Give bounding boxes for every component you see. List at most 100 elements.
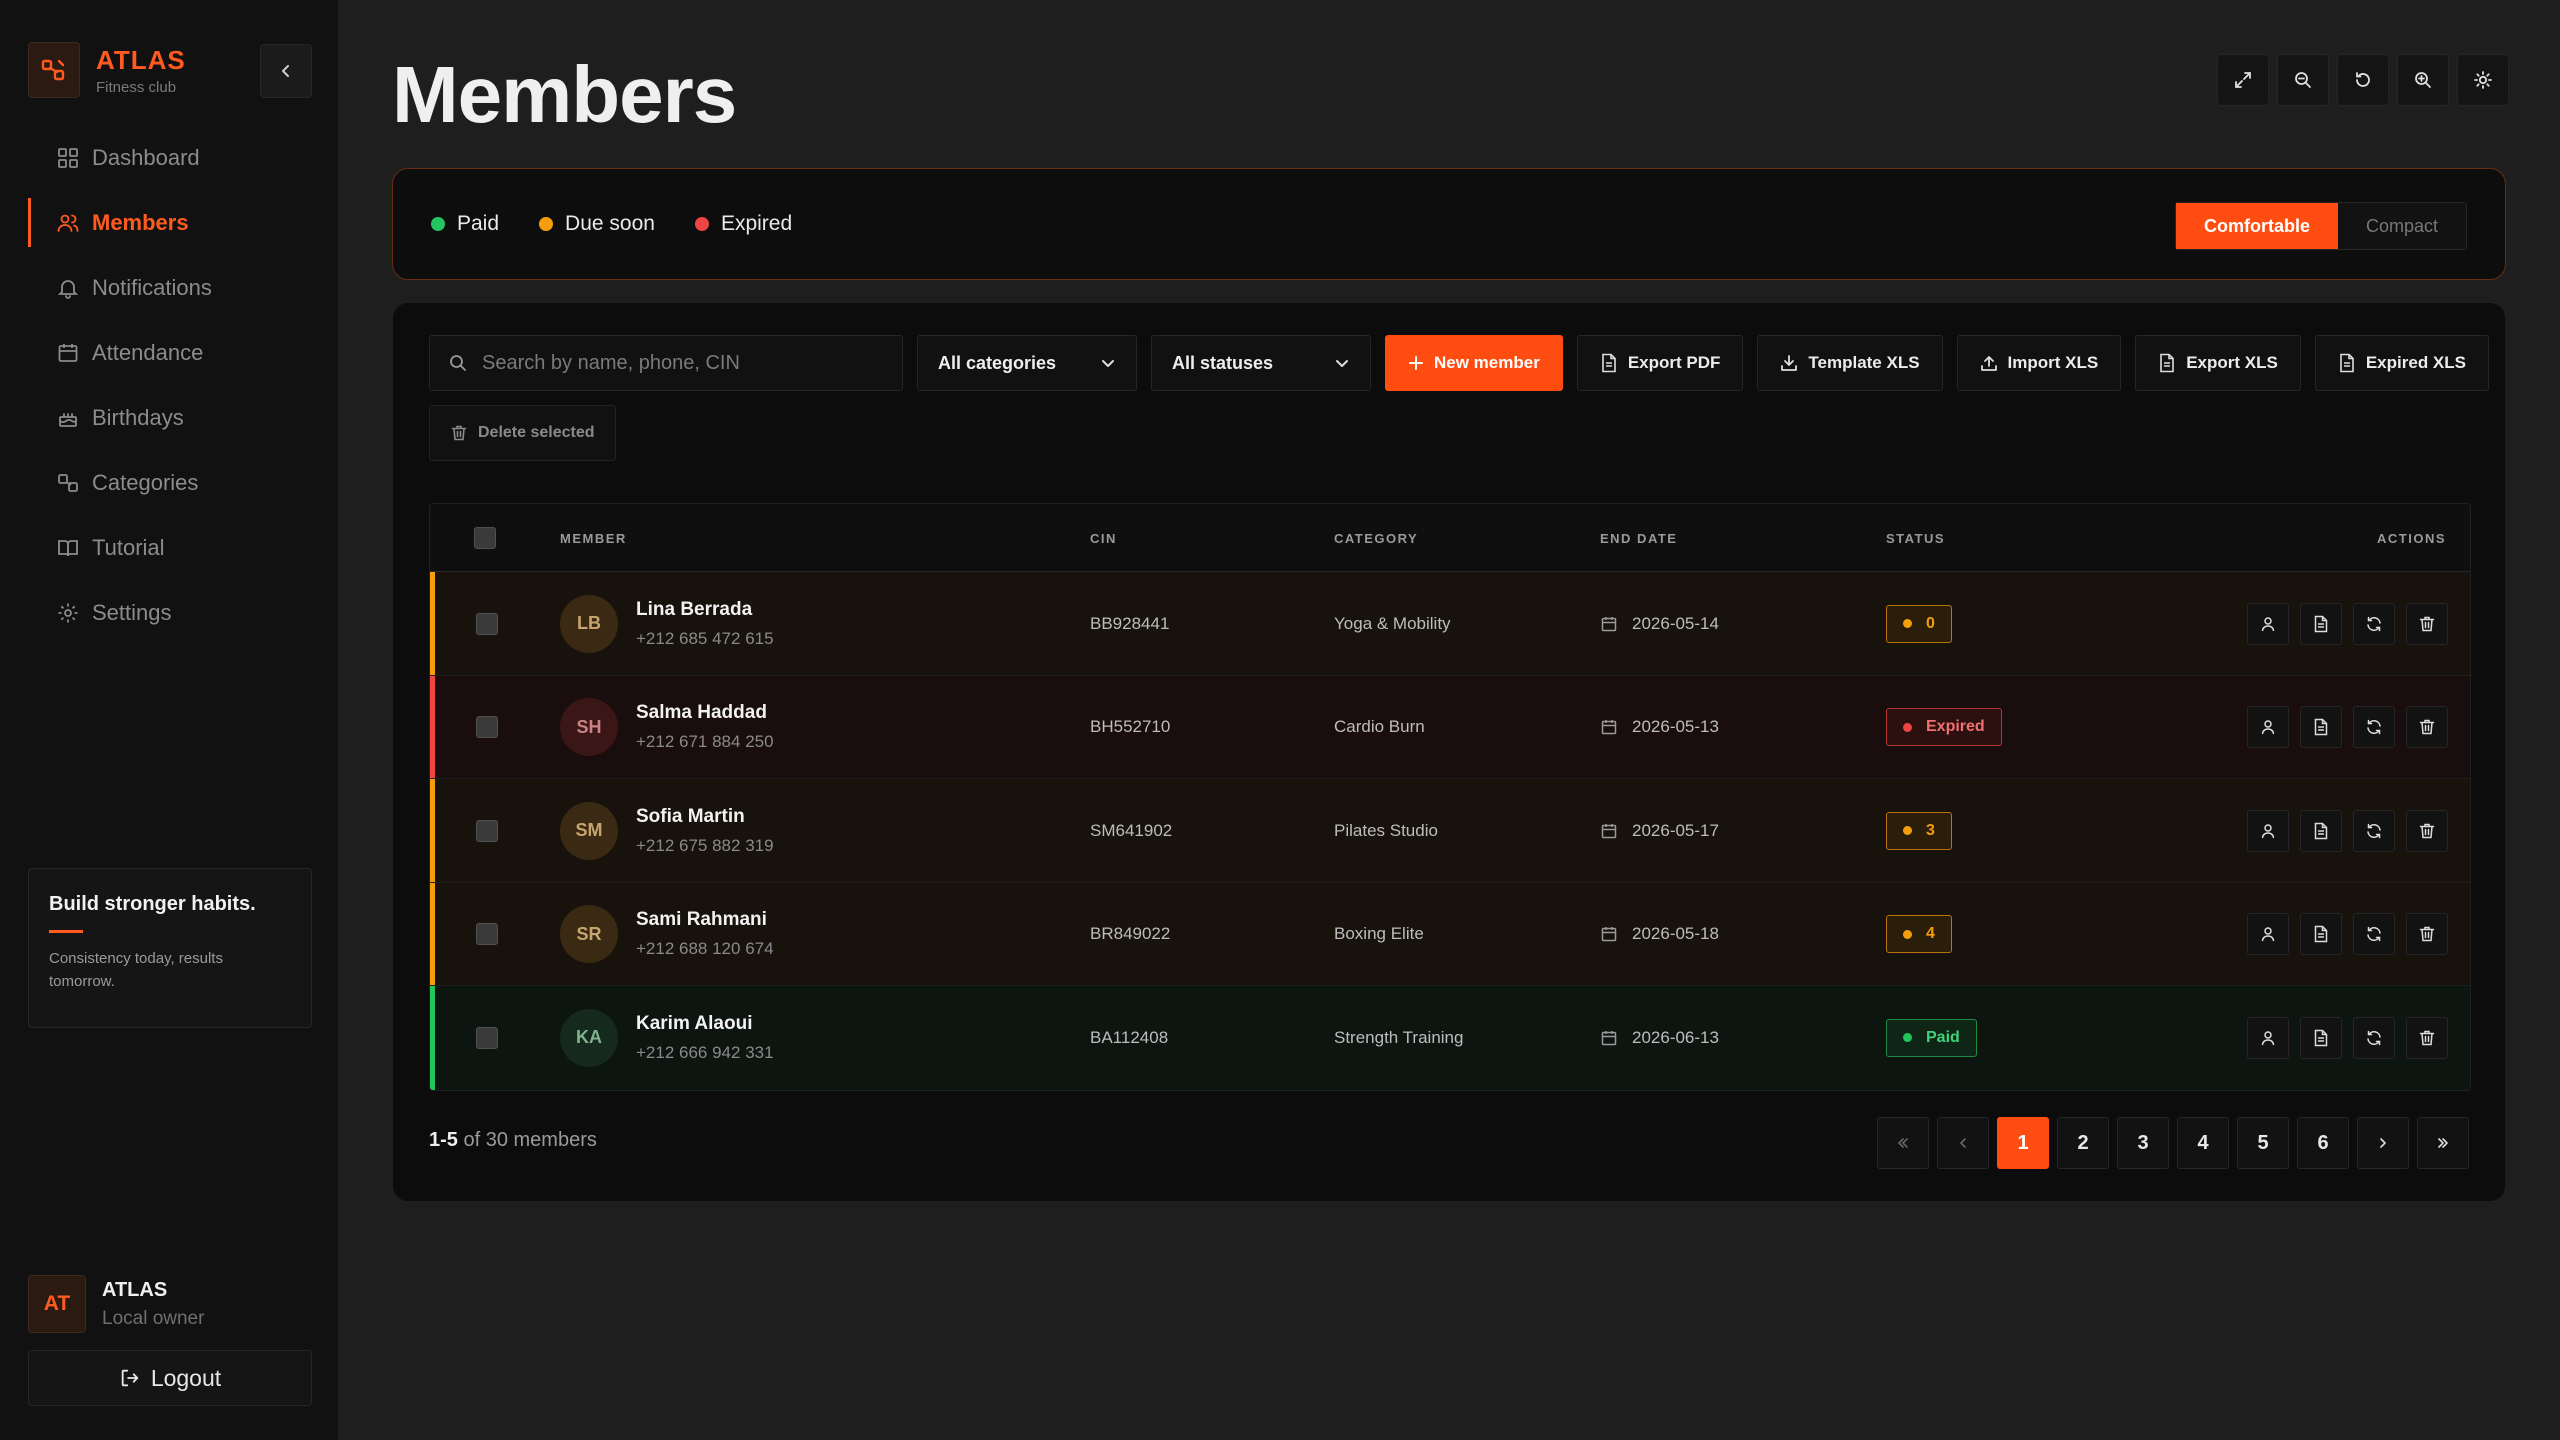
- renew-button[interactable]: [2353, 913, 2395, 955]
- sidebar-item-categories[interactable]: Categories: [0, 450, 338, 515]
- logout-button[interactable]: Logout: [28, 1350, 312, 1406]
- row-checkbox[interactable]: [476, 923, 498, 945]
- theme-toggle-button[interactable]: [2457, 54, 2509, 106]
- zoom-in-button[interactable]: [2397, 54, 2449, 106]
- pagination-range: 1-5: [429, 1129, 458, 1151]
- first-page-button[interactable]: [1877, 1117, 1929, 1169]
- delete-button[interactable]: [2406, 706, 2448, 748]
- select-all-checkbox[interactable]: [474, 527, 496, 549]
- sidebar-item-attendance[interactable]: Attendance: [0, 320, 338, 385]
- pagination-summary: 1-5 of 30 members: [429, 1129, 597, 1152]
- row-checkbox[interactable]: [476, 819, 498, 842]
- member-name[interactable]: Sami Rahmani: [636, 909, 774, 931]
- expired-dot-icon: [694, 217, 709, 231]
- view-profile-button[interactable]: [2247, 706, 2289, 748]
- table-row[interactable]: SH Salma Haddad +212 671 884 250 BH55271…: [430, 675, 2470, 779]
- view-profile-button[interactable]: [2247, 602, 2289, 645]
- column-header-category[interactable]: CATEGORY: [1334, 504, 1418, 572]
- sidebar-item-settings[interactable]: Settings: [0, 580, 338, 645]
- document-icon: [2314, 718, 2328, 736]
- brand[interactable]: ATLAS Fitness club: [28, 42, 186, 98]
- sidebar-item-members[interactable]: Members: [0, 190, 338, 255]
- view-profile-button[interactable]: [2247, 809, 2289, 852]
- new-member-button[interactable]: New member: [1385, 335, 1563, 391]
- page-button-3[interactable]: 3: [2117, 1117, 2169, 1169]
- row-checkbox[interactable]: [476, 1026, 498, 1049]
- zoom-out-button[interactable]: [2277, 54, 2329, 106]
- template-xls-button[interactable]: Template XLS: [1757, 335, 1943, 391]
- sidebar-item-label: Birthdays: [92, 404, 184, 430]
- delete-button[interactable]: [2406, 809, 2448, 852]
- table-row[interactable]: KA Karim Alaoui +212 666 942 331 BA11240…: [430, 986, 2470, 1090]
- status-dot-icon: [1903, 722, 1912, 732]
- delete-button[interactable]: [2406, 913, 2448, 955]
- status-badge: 0: [1886, 604, 1952, 643]
- document-button[interactable]: [2300, 706, 2342, 748]
- page-button-6[interactable]: 6: [2297, 1117, 2349, 1169]
- page-button-1[interactable]: 1: [1997, 1117, 2049, 1169]
- renew-button[interactable]: [2353, 706, 2395, 748]
- member-name[interactable]: Lina Berrada: [636, 599, 774, 621]
- column-header-member[interactable]: MEMBER: [560, 504, 627, 572]
- delete-selected-button[interactable]: Delete selected: [429, 405, 616, 461]
- column-header-status[interactable]: STATUS: [1886, 504, 1945, 572]
- double-chevron-left-icon: [1898, 1138, 1908, 1148]
- fullscreen-button[interactable]: [2217, 54, 2269, 106]
- renew-button[interactable]: [2353, 1016, 2395, 1059]
- table-row[interactable]: LB Lina Berrada +212 685 472 615 BB92844…: [430, 572, 2470, 676]
- sidebar-item-label: Dashboard: [92, 144, 200, 170]
- motivation-text: Consistency today, results tomorrow.: [49, 950, 223, 990]
- document-button[interactable]: [2300, 809, 2342, 852]
- sidebar-item-tutorial[interactable]: Tutorial: [0, 515, 338, 580]
- owner-profile[interactable]: AT ATLAS Local owner: [28, 1275, 204, 1333]
- sidebar-item-dashboard[interactable]: Dashboard: [0, 125, 338, 190]
- search-input[interactable]: [482, 351, 882, 375]
- document-button[interactable]: [2300, 602, 2342, 645]
- sidebar-item-notifications[interactable]: Notifications: [0, 255, 338, 320]
- document-icon: [2314, 1029, 2328, 1046]
- column-header-cin[interactable]: CIN: [1090, 504, 1117, 572]
- legend-item-due-soon: Due soon: [539, 212, 655, 236]
- row-checkbox[interactable]: [476, 612, 498, 635]
- status-dot-icon: [1903, 619, 1912, 628]
- renew-button[interactable]: [2353, 602, 2395, 645]
- reset-zoom-button[interactable]: [2337, 54, 2389, 106]
- page-button-5[interactable]: 5: [2237, 1117, 2289, 1169]
- plus-icon: [1409, 356, 1423, 370]
- zoom-out-icon: [2295, 72, 2311, 88]
- member-name[interactable]: Salma Haddad: [636, 702, 774, 724]
- expired-xls-button[interactable]: Expired XLS: [2314, 335, 2489, 391]
- compact-density-button[interactable]: Compact: [2337, 203, 2466, 249]
- export-pdf-button[interactable]: Export PDF: [1576, 335, 1744, 391]
- members-icon: [57, 214, 79, 232]
- view-profile-button[interactable]: [2247, 1016, 2289, 1059]
- member-name[interactable]: Sofia Martin: [636, 806, 774, 828]
- document-button[interactable]: [2300, 913, 2342, 955]
- status-select[interactable]: All statuses: [1151, 335, 1371, 391]
- delete-button[interactable]: [2406, 1016, 2448, 1059]
- category-select[interactable]: All categories: [917, 335, 1137, 391]
- delete-button[interactable]: [2406, 602, 2448, 645]
- row-checkbox[interactable]: [476, 716, 498, 738]
- member-name[interactable]: Karim Alaoui: [636, 1013, 774, 1035]
- export-xls-button[interactable]: Export XLS: [2135, 335, 2301, 391]
- previous-page-button[interactable]: [1937, 1117, 1989, 1169]
- renew-button[interactable]: [2353, 809, 2395, 852]
- sidebar-item-birthdays[interactable]: Birthdays: [0, 385, 338, 450]
- view-profile-button[interactable]: [2247, 913, 2289, 955]
- user-icon: [2261, 823, 2275, 838]
- import-xls-label: Import XLS: [2007, 353, 2099, 372]
- collapse-sidebar-button[interactable]: [260, 44, 312, 98]
- document-button[interactable]: [2300, 1016, 2342, 1059]
- search-box: [429, 335, 903, 391]
- next-page-button[interactable]: [2357, 1117, 2409, 1169]
- page-button-2[interactable]: 2: [2057, 1117, 2109, 1169]
- table-row[interactable]: SR Sami Rahmani +212 688 120 674 BR84902…: [430, 882, 2470, 986]
- import-xls-button[interactable]: Import XLS: [1956, 335, 2122, 391]
- column-header-end-date[interactable]: END DATE: [1600, 504, 1677, 572]
- last-page-button[interactable]: [2417, 1117, 2469, 1169]
- comfortable-density-button[interactable]: Comfortable: [2175, 203, 2338, 249]
- end-date-value: 2026-05-14: [1632, 613, 1719, 633]
- page-button-4[interactable]: 4: [2177, 1117, 2229, 1169]
- table-row[interactable]: SM Sofia Martin +212 675 882 319 SM64190…: [430, 779, 2470, 883]
